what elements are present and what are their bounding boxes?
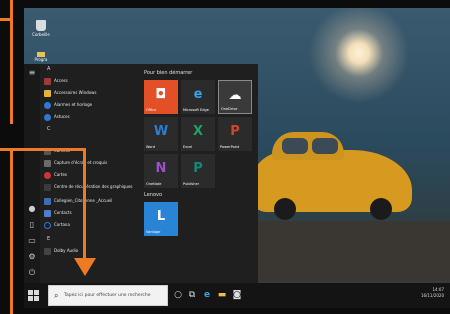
start-rail: ≡ ● ▯ ▭ ⚙ ⏻ [24, 64, 40, 283]
document-icon[interactable]: ▯ [27, 220, 37, 230]
start-button[interactable] [28, 290, 39, 301]
contacts-icon [44, 209, 51, 217]
tile-vantage[interactable]: L Vantage [144, 202, 178, 236]
edge-icon: e [193, 87, 203, 102]
annotation-arrow [74, 258, 96, 276]
letter-header[interactable]: A [47, 66, 50, 72]
task-view-icon[interactable]: ⧉ [186, 289, 198, 301]
cloud-icon: ☁ [228, 88, 242, 103]
folder-icon [44, 89, 51, 97]
search-box[interactable]: ⌕ Tapez ici pour effectuer une recherche [48, 285, 168, 306]
app-label: Cortana [54, 222, 70, 227]
snip-icon [44, 159, 51, 167]
dolby-icon [44, 247, 51, 255]
access-icon [44, 77, 51, 85]
tile-label: Microsoft Edge [183, 108, 209, 112]
app-label: Access [54, 78, 68, 83]
tile-section-title: Lenovo [144, 192, 163, 198]
web-app-icon [44, 197, 51, 205]
search-placeholder: Tapez ici pour effectuer une recherche [64, 293, 151, 298]
office-icon: ◘ [155, 87, 167, 102]
tile-label: OneDrive [221, 107, 238, 111]
list-item[interactable]: Capture d'écran et croquis [42, 158, 142, 168]
powerpoint-icon: P [230, 124, 240, 139]
user-icon[interactable]: ● [27, 204, 37, 214]
letter-header[interactable]: E [47, 236, 50, 242]
app-label: Capture d'écran et croquis [54, 160, 108, 165]
letter-header[interactable]: C [47, 126, 51, 132]
list-item[interactable]: Cartes [42, 170, 142, 180]
annotation-line [0, 18, 13, 21]
app-label: Contacts [54, 210, 72, 215]
tile-label: Office [146, 108, 157, 112]
recycle-bin-icon [36, 20, 46, 31]
desktop-icon-label: Progra [34, 57, 48, 62]
word-icon: W [153, 124, 169, 139]
taskbar: ⌕ Tapez ici pour effectuer une recherche… [24, 283, 450, 308]
list-item[interactable]: Alarmes et horloge [42, 100, 142, 110]
file-explorer-icon[interactable]: ▬ [216, 289, 228, 301]
tile-label: OneNote [146, 182, 162, 186]
tile-label: Excel [183, 145, 193, 149]
tile-label: Publisher [183, 182, 200, 186]
clock-date: 16/11/2020 [420, 293, 444, 298]
tile-area: Pour bien démarrer ◘ Office e Microsoft … [144, 68, 258, 268]
desktop-icon-recycle-bin[interactable]: Corbeille [30, 20, 52, 37]
graphics-icon [44, 183, 51, 191]
tile-label: PowerPoint [220, 145, 240, 149]
app-list: A Access Accessoires Windows Alarmes et … [42, 66, 142, 281]
list-item[interactable]: Access [42, 76, 142, 86]
tile-office[interactable]: ◘ Office [144, 80, 178, 114]
search-icon: ⌕ [54, 291, 59, 300]
lenovo-vantage-icon: L [156, 209, 166, 224]
start-menu: ≡ ● ▯ ▭ ⚙ ⏻ A Access Accessoires Windows… [24, 64, 258, 283]
app-label: Centre de récupération des graphiques [54, 184, 133, 189]
tile-word[interactable]: W Word [144, 117, 178, 151]
lightbulb-icon [44, 113, 51, 121]
list-item[interactable]: Centre de récupération des graphiques [42, 182, 142, 192]
maps-icon [44, 171, 51, 179]
annotation-line [10, 148, 13, 314]
app-label: Alarmes et horloge [54, 102, 93, 107]
app-label: Accessoires Windows [54, 90, 97, 95]
cortana-icon[interactable]: ○ [172, 289, 184, 301]
list-item[interactable]: Collegien_Citoyenne _Accueil [42, 196, 142, 206]
list-item[interactable]: Accessoires Windows [42, 88, 142, 98]
clock-icon [44, 101, 51, 109]
list-item[interactable]: Cortana [42, 220, 142, 230]
tile-powerpoint[interactable]: P PowerPoint [218, 117, 252, 151]
desktop-icon-folder[interactable]: Progra [30, 52, 52, 62]
pictures-icon[interactable]: ▭ [27, 236, 37, 246]
app-label: Astuces [54, 114, 70, 119]
store-icon[interactable]: ◙ [231, 289, 243, 301]
publisher-icon: P [193, 161, 203, 176]
excel-icon: X [192, 124, 204, 139]
list-item[interactable]: Dolby Audio [42, 246, 142, 256]
tile-section-title: Pour bien démarrer [144, 70, 193, 76]
list-item[interactable]: Astuces [42, 112, 142, 122]
tile-label: Vantage [146, 230, 161, 234]
tile-onenote[interactable]: N OneNote [144, 154, 178, 188]
cortana-icon [44, 221, 51, 229]
hamburger-menu-icon[interactable]: ≡ [27, 68, 37, 78]
wallpaper-car [252, 132, 412, 220]
tile-edge[interactable]: e Microsoft Edge [181, 80, 215, 114]
onenote-icon: N [155, 161, 167, 176]
edge-icon[interactable]: e [201, 289, 213, 301]
app-label: Dolby Audio [54, 248, 79, 253]
desktop-icon-label: Corbeille [32, 32, 50, 37]
annotation-line [83, 148, 86, 260]
tile-onedrive[interactable]: ☁ OneDrive [218, 80, 252, 114]
power-icon[interactable]: ⏻ [27, 268, 37, 278]
system-tray[interactable]: 14:07 16/11/2020 [421, 287, 444, 299]
settings-icon[interactable]: ⚙ [27, 252, 37, 262]
windows-logo-icon [28, 290, 33, 295]
tile-publisher[interactable]: P Publisher [181, 154, 215, 188]
tile-label: Word [146, 145, 155, 149]
app-label: Cartes [54, 172, 68, 177]
tile-excel[interactable]: X Excel [181, 117, 215, 151]
list-item[interactable]: Contacts [42, 208, 142, 218]
